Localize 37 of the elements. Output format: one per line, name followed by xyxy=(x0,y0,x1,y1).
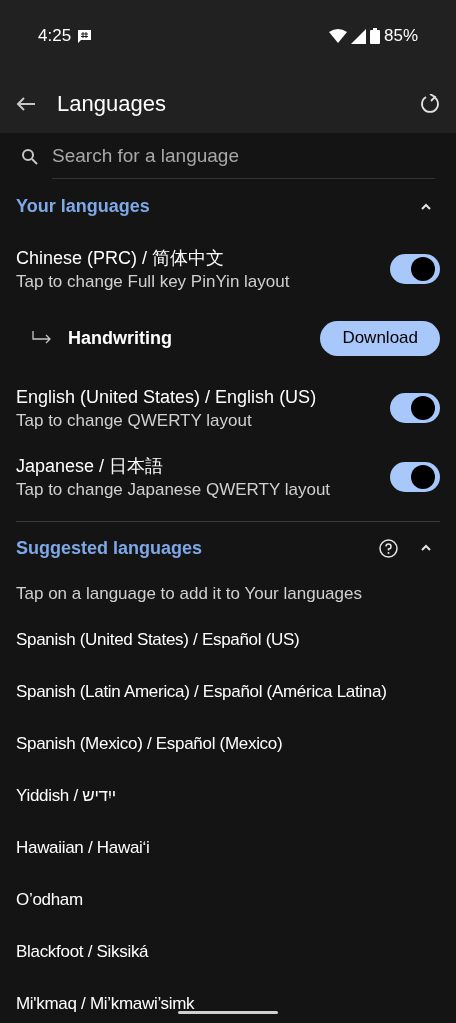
layout-hint: Tap to change Full key PinYin layout xyxy=(16,270,290,293)
suggested-language[interactable]: Mi'kmaq / Mi’kmawi’simk xyxy=(16,978,440,1023)
back-icon[interactable] xyxy=(16,95,36,112)
language-name[interactable]: Chinese (PRC) / 简体中文 xyxy=(16,244,290,271)
section-header: Your languages xyxy=(16,195,150,218)
toggle-switch[interactable] xyxy=(390,392,440,423)
status-time: 4:25 xyxy=(38,25,72,48)
suggested-language[interactable]: Yiddish / ייִדיש xyxy=(16,770,440,822)
page-title: Languages xyxy=(57,90,167,118)
signal-icon xyxy=(350,28,366,44)
message-icon xyxy=(77,29,93,43)
layout-hint: Tap to change QWERTY layout xyxy=(16,409,253,432)
collapse-icon[interactable] xyxy=(420,544,432,552)
section-header: Suggested languages xyxy=(16,536,203,560)
toggle-switch[interactable] xyxy=(390,253,440,284)
suggested-language[interactable]: Spanish (Mexico) / Español (Mexico) xyxy=(16,718,440,770)
suggested-language[interactable]: Hawaiian / Hawaiʻi xyxy=(16,822,440,874)
language-name[interactable]: Japanese / 日本語 xyxy=(16,452,331,479)
collapse-icon[interactable] xyxy=(420,202,432,211)
help-icon[interactable] xyxy=(379,538,398,558)
suggested-language[interactable]: Spanish (Latin America) / Español (América Latina) xyxy=(16,666,440,718)
search-field[interactable]: Search for a language xyxy=(52,133,435,179)
sub-item-arrow-icon xyxy=(32,331,52,345)
toggle-switch[interactable] xyxy=(390,461,440,492)
addon-name: Handwriting xyxy=(68,326,173,350)
battery-icon xyxy=(369,28,380,44)
suggested-language[interactable]: Spanish (United States) / Español (US) xyxy=(16,614,440,666)
download-button[interactable]: Download xyxy=(320,320,440,356)
suggested-language[interactable]: Blackfoot / Siksiká xyxy=(16,926,440,978)
battery-percentage: 85% xyxy=(383,25,418,48)
search-icon xyxy=(21,147,38,165)
hint-text: Tap on a language to add it to Your languages xyxy=(16,583,363,606)
refresh-icon[interactable] xyxy=(420,93,440,114)
wifi-icon xyxy=(328,29,347,43)
layout-hint: Tap to change Japanese QWERTY layout xyxy=(16,478,331,501)
suggested-language[interactable]: O’odham xyxy=(16,874,440,926)
language-name[interactable]: English (United States) / English (US) xyxy=(16,383,317,410)
